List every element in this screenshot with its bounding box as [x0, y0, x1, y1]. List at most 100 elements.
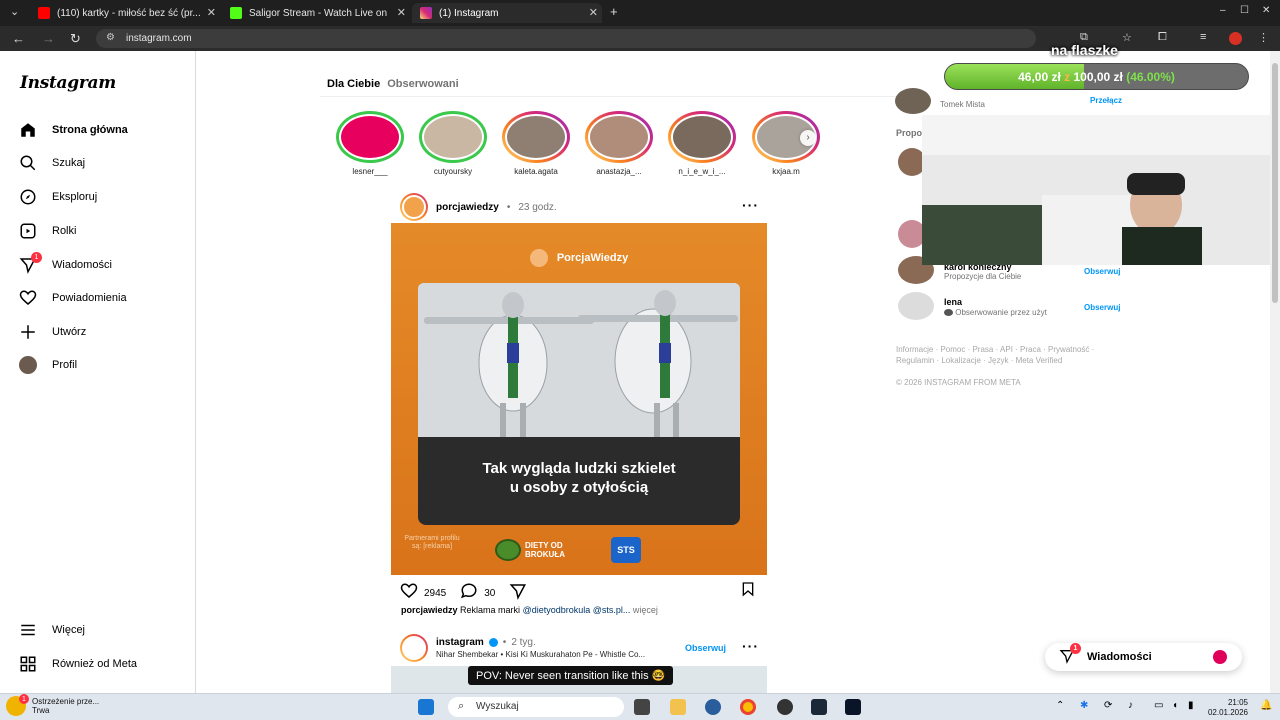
file-explorer-icon[interactable]	[670, 699, 686, 715]
obs-icon[interactable]	[777, 699, 793, 715]
sidebar-item-notifications[interactable]: Powiadomienia	[18, 286, 127, 310]
forward-icon[interactable]: →	[42, 31, 55, 46]
sts-logo: STS	[611, 537, 641, 563]
avatar[interactable]	[400, 634, 428, 662]
sidebar-item-search[interactable]: Szukaj	[18, 151, 85, 175]
story-ring	[419, 111, 487, 163]
tab-following[interactable]: Obserwowani	[387, 78, 459, 90]
brand-label: PorcjaWiedzy	[391, 249, 767, 267]
system-clock[interactable]: 21:05 02.01.2026	[1200, 698, 1248, 718]
close-icon[interactable]: ✕	[397, 6, 406, 19]
chrome-icon[interactable]	[740, 699, 756, 715]
scrollbar-thumb[interactable]	[1272, 63, 1278, 303]
search-icon: ⌕	[458, 700, 465, 712]
follow-button[interactable]: Obserwuj	[685, 643, 726, 653]
close-window-button[interactable]: ✕	[1262, 5, 1270, 16]
sidebar-item-label: Strona główna	[52, 124, 128, 136]
bookmark-star-icon[interactable]: ☆	[1122, 31, 1132, 44]
avatar[interactable]	[898, 292, 934, 320]
battery-icon[interactable]: ▮	[1188, 700, 1194, 711]
sidebar-item-create[interactable]: Utwórz	[18, 320, 86, 344]
volume-icon[interactable]: ◖	[1172, 700, 1178, 711]
story-item[interactable]: lesner___	[335, 111, 405, 176]
messages-label: Wiadomości	[1087, 651, 1152, 663]
notifications-icon[interactable]: 🔔	[1260, 700, 1272, 711]
post-time: 2 tyg.	[511, 637, 536, 648]
messages-pill[interactable]: 1 Wiadomości	[1045, 642, 1242, 671]
bookmark-icon[interactable]	[740, 581, 756, 601]
taskbar-search[interactable]: ⌕ Wyszukaj	[448, 697, 624, 717]
warning-notification[interactable]: 1 Ostrzeżenie prze... Trwa	[6, 694, 99, 716]
browser-menu-icon[interactable]: ⋮	[1258, 31, 1269, 44]
home-icon	[18, 120, 38, 140]
more-options-icon[interactable]: ···	[742, 638, 759, 654]
story-item[interactable]: anastazja_...	[584, 111, 654, 176]
avatar[interactable]	[895, 88, 931, 114]
league-icon[interactable]	[845, 699, 861, 715]
app-icon[interactable]	[705, 699, 721, 715]
sidebar-item-explore[interactable]: Eksploruj	[18, 185, 97, 209]
sidebar-item-reels[interactable]: Rolki	[18, 219, 76, 243]
tab-for-you[interactable]: Dla Ciebie	[327, 78, 380, 90]
post-username[interactable]: porcjawiedzy	[436, 202, 499, 213]
more-link[interactable]: więcej	[633, 605, 658, 615]
comment-icon[interactable]	[460, 582, 478, 605]
audio-track[interactable]: Nihar Shembekar • Kisi Ki Muskurahaton P…	[436, 650, 645, 659]
post-header: porcjawiedzy • 23 godz.	[400, 193, 557, 221]
browser-tab-instagram[interactable]: (1) Instagram ✕	[412, 3, 602, 23]
post-username[interactable]: instagram	[436, 637, 484, 648]
site-settings-icon[interactable]: ⚙	[106, 32, 115, 43]
page-scrollbar[interactable]	[1270, 51, 1280, 693]
extensions-icon[interactable]: ⧠	[1158, 31, 1167, 44]
post-header: instagram • 2 tyg. Nihar Shembekar • Kis…	[400, 634, 645, 662]
sync-icon[interactable]: ⟳	[1104, 700, 1112, 711]
maximize-window-button[interactable]: ☐	[1240, 5, 1249, 16]
sidebar-item-profile[interactable]: Profil	[18, 353, 77, 377]
story-item[interactable]: kaleta.agata	[501, 111, 571, 176]
back-icon[interactable]: ←	[12, 31, 25, 46]
post-image[interactable]: PorcjaWiedzy Tak wygląda ludzki szkielet…	[391, 223, 767, 575]
avatar[interactable]	[400, 193, 428, 221]
mic-icon[interactable]: ♪	[1128, 700, 1133, 711]
footer-links[interactable]: Regulamin · Lokalizacje · Język · Meta V…	[896, 356, 1062, 365]
tab-search-icon[interactable]: ⌄	[10, 5, 19, 18]
browser-tab-stream[interactable]: Saligor Stream - Watch Live on ✕	[222, 3, 410, 23]
sidebar-item-messages[interactable]: 1 Wiadomości	[18, 252, 112, 277]
story-ring	[668, 111, 736, 163]
browser-tab-youtube[interactable]: (110) kartky - miłość bez ść (pr... ✕	[30, 3, 220, 23]
story-item[interactable]: n_i_e_w_i_...	[667, 111, 737, 176]
new-tab-button[interactable]: +	[610, 4, 618, 19]
address-bar[interactable]: ⚙ instagram.com	[96, 29, 1036, 48]
suggestion-reason: Obserwowanie przez użyt	[944, 308, 1047, 317]
close-icon[interactable]: ✕	[207, 6, 216, 19]
follow-button[interactable]: Obserwuj	[1084, 267, 1120, 276]
reload-icon[interactable]: ↻	[70, 31, 81, 47]
follow-button[interactable]: Obserwuj	[1084, 303, 1120, 312]
like-heart-icon[interactable]	[400, 582, 418, 605]
story-item[interactable]: cutyoursky	[418, 111, 488, 176]
switch-account-button[interactable]: Przełącz	[1090, 96, 1122, 105]
task-view-icon[interactable]	[634, 699, 650, 715]
tray-chevron-icon[interactable]: ⌃	[1056, 700, 1064, 711]
reading-list-icon[interactable]: ≡	[1200, 31, 1206, 43]
sidebar-item-meta[interactable]: Również od Meta	[18, 652, 137, 676]
suggestion-username[interactable]: lena	[944, 297, 962, 307]
sidebar-item-label: Rolki	[52, 225, 77, 237]
story-username: lesner___	[352, 167, 388, 176]
instagram-logo[interactable]: Instagram	[20, 73, 116, 93]
broccoli-icon	[495, 539, 521, 561]
share-icon[interactable]	[509, 582, 527, 605]
sidebar-item-more[interactable]: Więcej	[18, 618, 85, 642]
chevron-right-icon[interactable]: ›	[800, 130, 816, 146]
more-options-icon[interactable]: ···	[742, 197, 759, 213]
close-icon[interactable]: ✕	[589, 6, 598, 19]
sidebar-item-label: Więcej	[52, 624, 86, 636]
footer-links[interactable]: Informacje · Pomoc · Prasa · API · Praca…	[896, 345, 1094, 354]
steam-icon[interactable]	[811, 699, 827, 715]
monitor-icon[interactable]: ▭	[1154, 700, 1163, 711]
sidebar-item-home[interactable]: Strona główna	[18, 118, 128, 142]
bluetooth-icon[interactable]: ✱	[1080, 700, 1088, 711]
minimize-window-button[interactable]: –	[1220, 5, 1226, 16]
start-icon[interactable]	[418, 699, 434, 715]
profile-avatar[interactable]	[1229, 32, 1242, 45]
